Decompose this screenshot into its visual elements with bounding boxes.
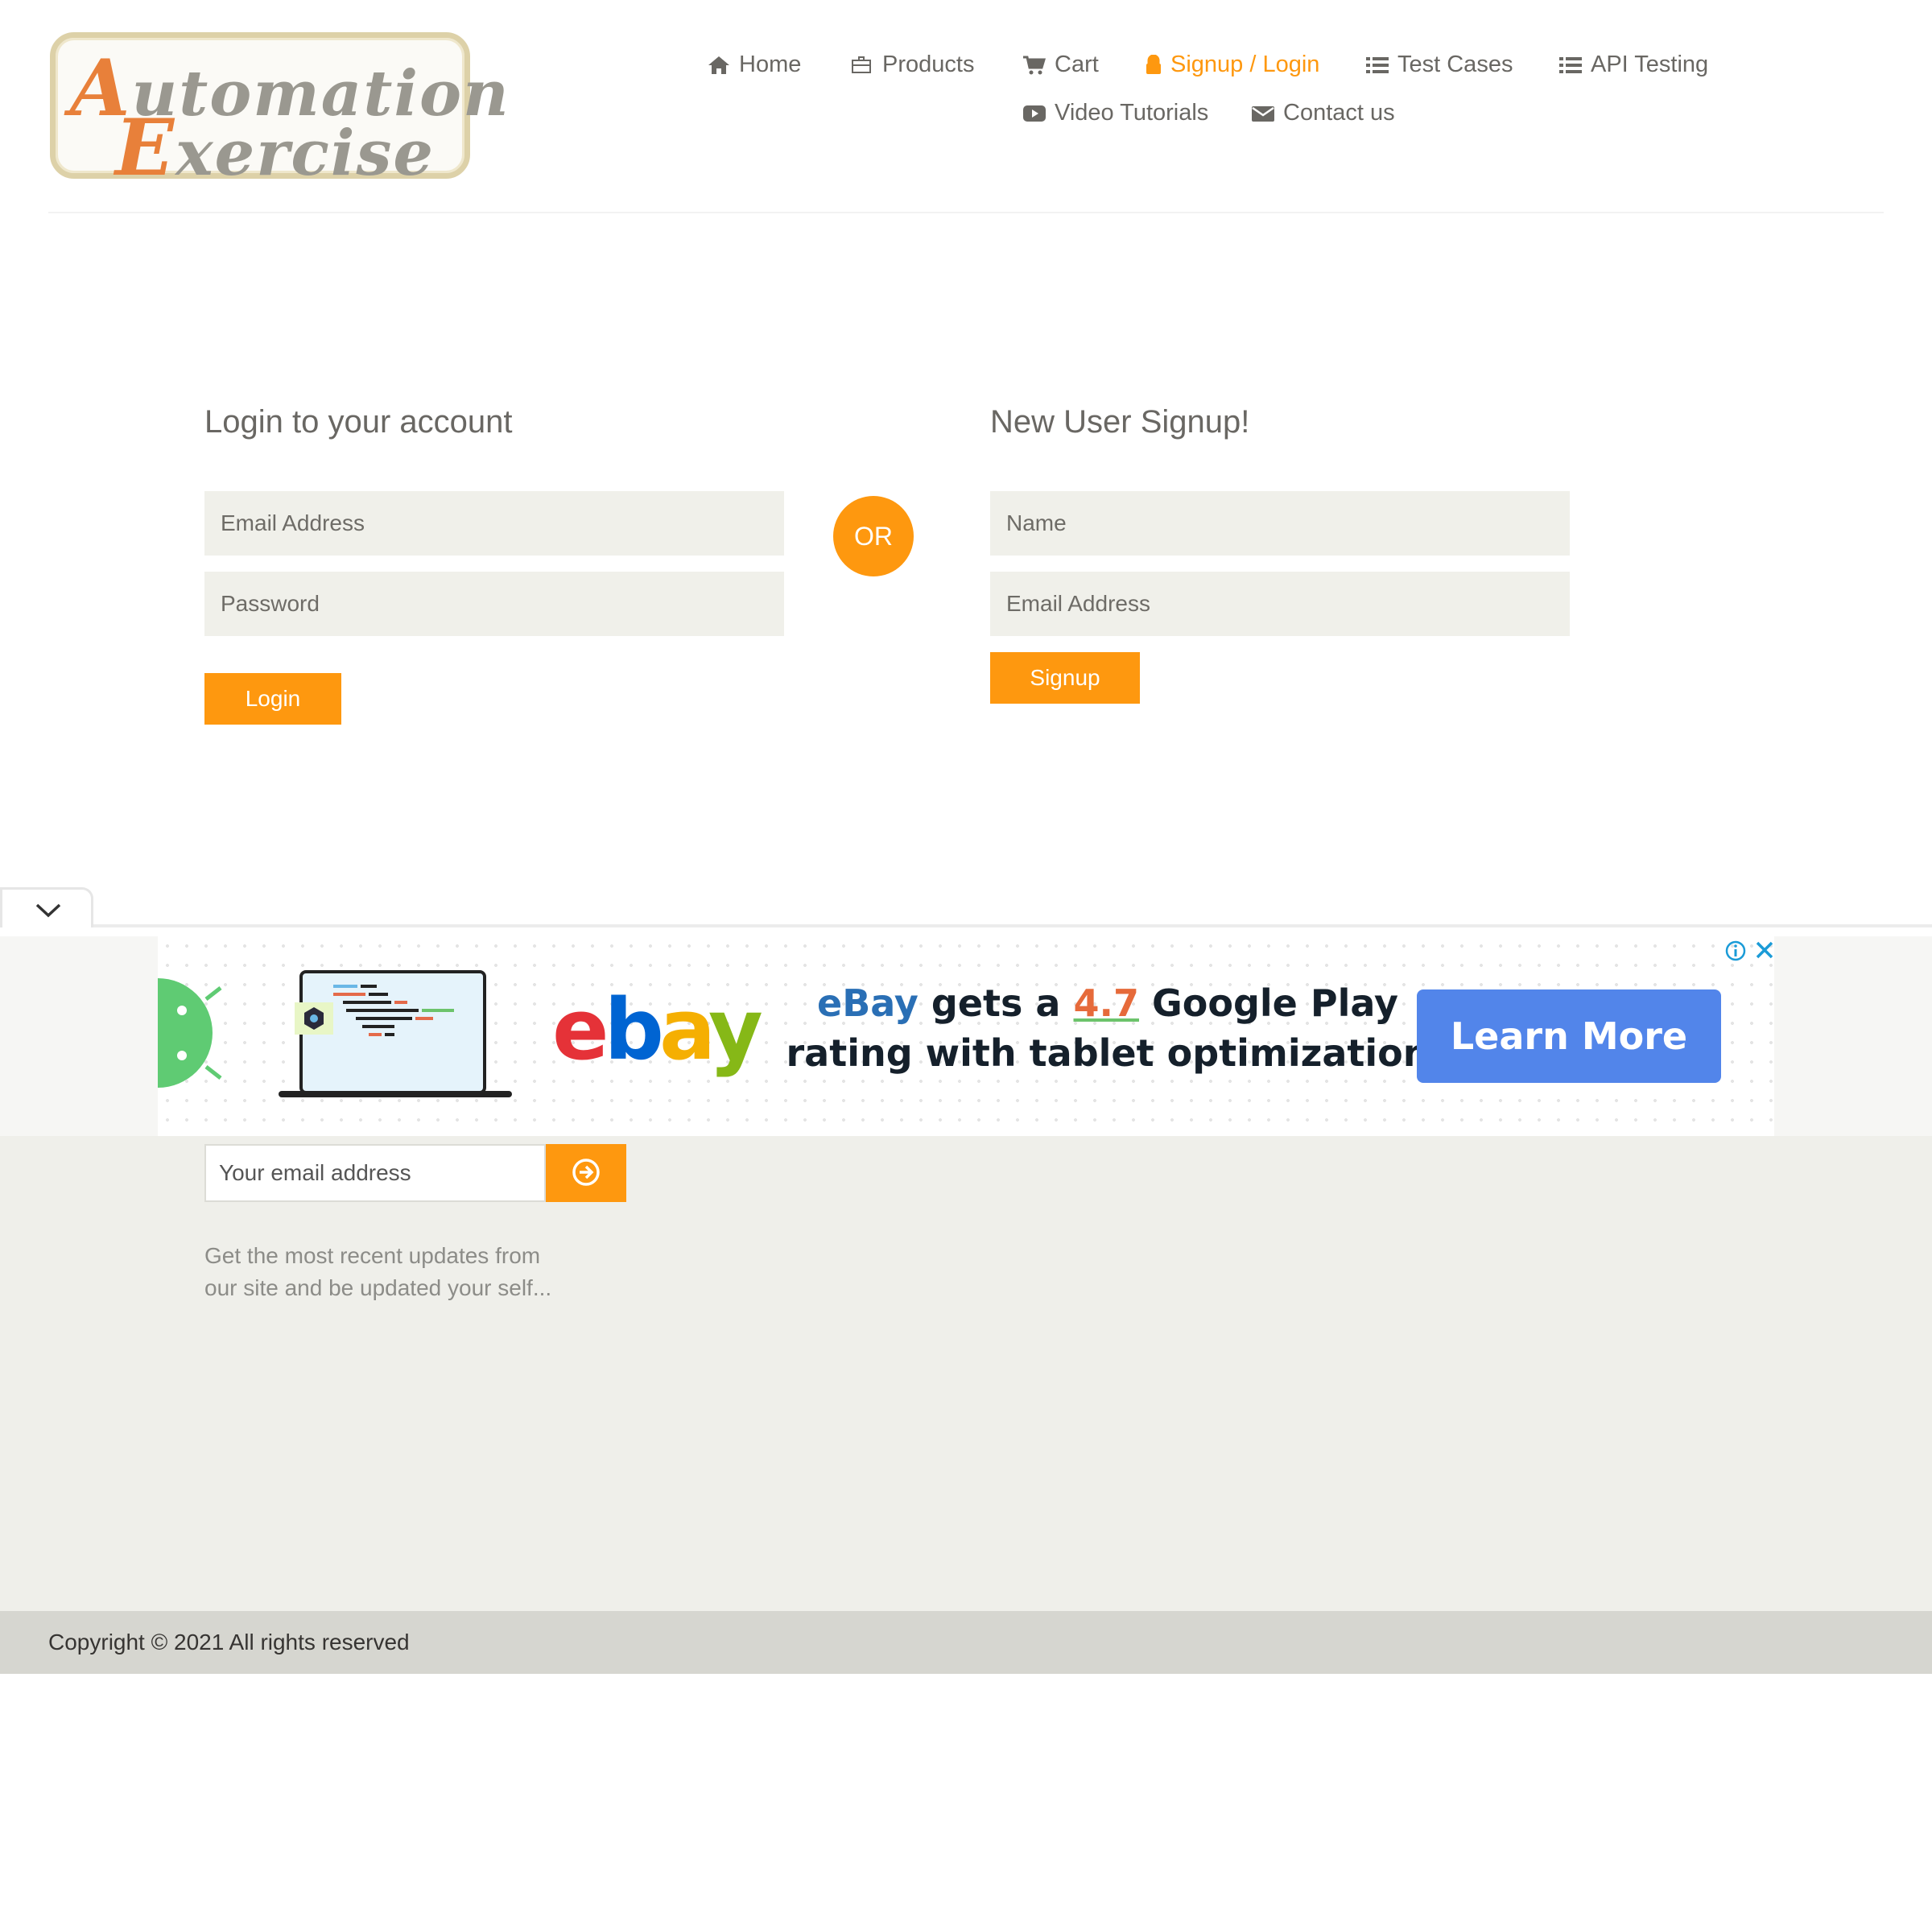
cart-icon bbox=[1022, 55, 1046, 76]
copyright-text: Copyright © 2021 All rights reserved bbox=[48, 1630, 410, 1655]
subscribe-button[interactable] bbox=[546, 1144, 626, 1202]
nav-home-label: Home bbox=[739, 52, 802, 77]
nav-test-cases-label: Test Cases bbox=[1397, 52, 1513, 77]
home-icon bbox=[707, 55, 731, 76]
ad-headline-line2: rating with tablet optimization bbox=[786, 1031, 1430, 1075]
nav-products-label: Products bbox=[882, 52, 975, 77]
nav-contact-us[interactable]: Contact us bbox=[1251, 97, 1395, 129]
list-icon bbox=[1365, 56, 1389, 75]
nav-cart-label: Cart bbox=[1055, 52, 1099, 77]
nav-contact-us-label: Contact us bbox=[1283, 100, 1395, 126]
nav-products[interactable]: Products bbox=[850, 48, 974, 81]
list-icon bbox=[1558, 56, 1583, 75]
header-divider bbox=[48, 212, 1884, 213]
ad-learn-more-button[interactable]: Learn More bbox=[1417, 989, 1721, 1083]
site-logo[interactable]: Automation Exercise bbox=[50, 32, 509, 193]
ad-banner[interactable]: ebay eBay gets a 4.7 Google Play rating … bbox=[158, 936, 1774, 1136]
nav-cart[interactable]: Cart bbox=[1022, 48, 1099, 81]
ad-headline: eBay gets a 4.7 Google Play rating with … bbox=[786, 978, 1430, 1078]
nav-api-testing-label: API Testing bbox=[1591, 52, 1709, 77]
ad-collapse-toggle[interactable] bbox=[0, 887, 93, 927]
ad-headline-brand: eBay bbox=[817, 981, 919, 1025]
chevron-down-icon bbox=[35, 903, 61, 918]
android-icon bbox=[158, 978, 222, 1088]
logo-initial-e: E bbox=[115, 102, 176, 193]
ad-headline-suffix: Google Play bbox=[1138, 981, 1398, 1025]
login-button[interactable]: Login bbox=[204, 673, 341, 725]
or-divider-badge: OR bbox=[833, 496, 914, 576]
close-icon[interactable] bbox=[1753, 939, 1776, 961]
subscribe-email-field[interactable] bbox=[204, 1144, 546, 1202]
video-icon bbox=[1022, 104, 1046, 123]
envelope-icon bbox=[1251, 104, 1275, 123]
login-password-field[interactable] bbox=[204, 572, 784, 636]
info-icon[interactable] bbox=[1725, 940, 1746, 961]
laptop-icon bbox=[279, 970, 512, 1097]
lock-icon bbox=[1145, 55, 1162, 76]
login-email-field[interactable] bbox=[204, 491, 784, 556]
nav-video-tutorials[interactable]: Video Tutorials bbox=[1022, 97, 1208, 129]
ad-headline-mid: gets a bbox=[918, 981, 1074, 1025]
nav-test-cases[interactable]: Test Cases bbox=[1365, 48, 1513, 81]
logo-line2-rest: xercise bbox=[175, 117, 436, 190]
ebay-logo: ebay bbox=[552, 981, 763, 1079]
signup-email-field[interactable] bbox=[990, 572, 1570, 636]
nav-api-testing[interactable]: API Testing bbox=[1558, 48, 1708, 81]
login-title: Login to your account bbox=[204, 404, 513, 440]
subscribe-description: Get the most recent updates from our sit… bbox=[204, 1243, 552, 1300]
arrow-circle-right-icon bbox=[572, 1158, 600, 1186]
ad-top-border bbox=[93, 924, 1932, 927]
ad-rating: 4.7 bbox=[1073, 981, 1139, 1025]
footer-widget bbox=[0, 1136, 1932, 1611]
signup-name-field[interactable] bbox=[990, 491, 1570, 556]
nav-signup-login[interactable]: Signup / Login bbox=[1145, 48, 1319, 81]
signup-button[interactable]: Signup bbox=[990, 652, 1140, 704]
nav-video-tutorials-label: Video Tutorials bbox=[1055, 100, 1209, 126]
nav-home[interactable]: Home bbox=[707, 48, 801, 81]
signup-title: New User Signup! bbox=[990, 404, 1250, 440]
briefcase-icon bbox=[850, 55, 874, 76]
nav-signup-login-label: Signup / Login bbox=[1170, 52, 1320, 77]
